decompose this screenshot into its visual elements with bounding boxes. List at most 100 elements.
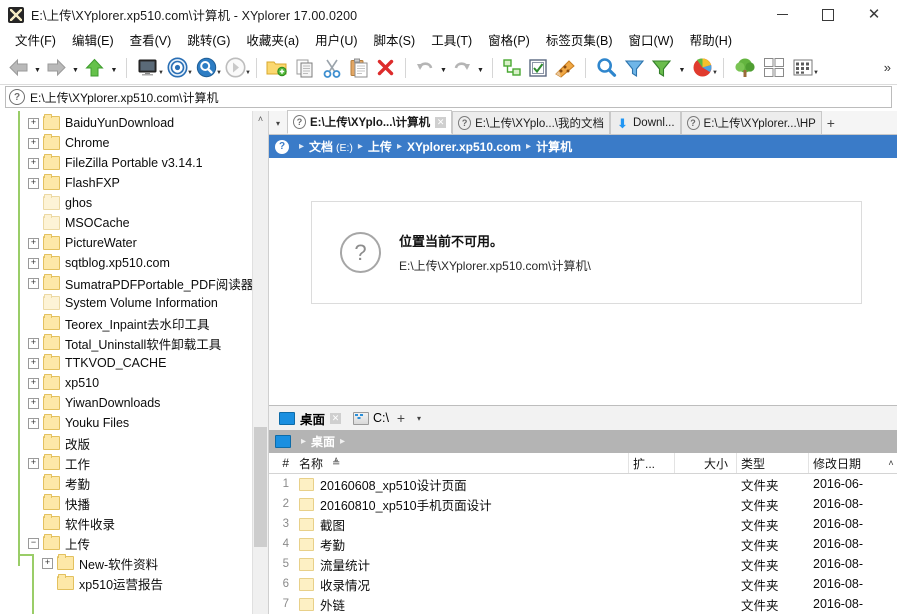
expand-icon[interactable]: + [28, 258, 39, 269]
table-row[interactable]: 5流量统计文件夹2016-08- [269, 554, 897, 574]
expand-icon[interactable]: + [28, 278, 39, 289]
tree-item[interactable]: +SumatraPDFPortable_PDF阅读器 [10, 273, 268, 293]
table-row[interactable]: 220160810_xp510手机页面设计文件夹2016-08- [269, 494, 897, 514]
breadcrumb-item-upload[interactable]: 上传 [368, 138, 392, 155]
table-row[interactable]: 3截图文件夹2016-08- [269, 514, 897, 534]
column-header-size[interactable]: 大小 [675, 453, 737, 473]
file-list[interactable]: 120160608_xp510设计页面文件夹2016-06-220160810_… [269, 474, 897, 614]
expand-icon[interactable]: + [28, 358, 39, 369]
menu-panes[interactable]: 窗格(P) [480, 28, 538, 52]
tree-item[interactable]: xp510运营报告 [10, 573, 268, 593]
tree-item[interactable]: 快播 [10, 493, 268, 513]
tree-item[interactable]: +FlashFXP [10, 173, 268, 193]
redo-dropdown-caret-icon[interactable]: ▼ [474, 61, 486, 74]
column-header-modified-date[interactable]: 修改日期 [809, 453, 885, 473]
tree-item[interactable]: +Total_Uninstall软件卸载工具 [10, 333, 268, 353]
tag-icon[interactable] [551, 58, 579, 78]
tree-item[interactable]: 软件收录 [10, 513, 268, 533]
tree-icon[interactable] [730, 57, 759, 78]
find-files-icon[interactable]: ▼ [192, 57, 221, 78]
menu-help[interactable]: 帮助(H) [682, 28, 740, 52]
search-icon[interactable] [592, 57, 620, 78]
tab-hp[interactable]: ? E:\上传\XYplorer...\HP [681, 111, 822, 134]
thumbnails-icon[interactable]: ▼ [788, 58, 818, 78]
forward-dropdown-caret-icon[interactable]: ▼ [69, 61, 81, 74]
expand-icon[interactable]: + [28, 118, 39, 129]
filter-dropdown-caret-icon[interactable]: ▼ [675, 61, 688, 74]
tree-item[interactable]: +Chrome [10, 133, 268, 153]
back-dropdown-caret-icon[interactable]: ▼ [31, 61, 43, 74]
checkbox-select-icon[interactable] [525, 58, 551, 78]
undo-dropdown-caret-icon[interactable]: ▼ [437, 61, 449, 74]
column-header-type[interactable]: 类型 [737, 453, 809, 473]
back-arrow-icon[interactable] [5, 58, 31, 77]
filter-green-icon[interactable] [648, 58, 675, 78]
menu-file[interactable]: 文件(F) [7, 28, 64, 52]
breadcrumb-item-documents[interactable]: 文档 (E:) [309, 138, 353, 155]
toolbar-overflow-button[interactable]: » [884, 60, 891, 75]
tree-item[interactable]: +New-软件资料 [10, 553, 268, 573]
tree-item[interactable]: +YiwanDownloads [10, 393, 268, 413]
column-header-name[interactable]: 名称 ≜ [295, 453, 629, 473]
forward-arrow-icon[interactable] [43, 58, 69, 77]
minimize-button[interactable] [759, 0, 805, 29]
paste-icon[interactable] [345, 58, 372, 78]
top-pane-breadcrumb[interactable]: ? ▸ 文档 (E:) ▸ 上传 ▸ XYplorer.xp510.com ▸ … [269, 135, 897, 158]
tab-downloads[interactable]: ⬇ Downl... [610, 111, 681, 134]
tree-item[interactable]: Teorex_Inpaint去水印工具 [10, 313, 268, 333]
redo-icon[interactable] [449, 59, 474, 77]
tree-item[interactable]: ghos [10, 193, 268, 213]
column-scroll-up-icon[interactable]: ˄ [885, 458, 897, 468]
menu-scripting[interactable]: 脚本(S) [366, 28, 424, 52]
up-dropdown-caret-icon[interactable]: ▼ [107, 61, 120, 74]
collapse-icon[interactable]: − [28, 538, 39, 549]
menu-go[interactable]: 跳转(G) [179, 28, 238, 52]
tab-desktop[interactable]: 桌面 ✕ [276, 407, 344, 429]
go-to-icon[interactable]: ▼ [221, 57, 250, 78]
expand-icon[interactable]: + [28, 178, 39, 189]
tab-computer[interactable]: ? E:\上传\XYplo...\计算机 ✕ [287, 110, 452, 134]
maximize-button[interactable] [805, 0, 851, 29]
expand-icon[interactable]: + [28, 458, 39, 469]
table-row[interactable]: 6收录情况文件夹2016-08- [269, 574, 897, 594]
new-folder-icon[interactable] [263, 58, 291, 77]
new-tab-button[interactable]: + [822, 112, 840, 134]
tree-item[interactable]: +TTKVOD_CACHE [10, 353, 268, 373]
expand-icon[interactable]: + [28, 138, 39, 149]
table-row[interactable]: 120160608_xp510设计页面文件夹2016-06- [269, 474, 897, 494]
tab-list-dropdown-icon[interactable]: ▾ [410, 407, 428, 429]
breadcrumb-item-desktop[interactable]: 桌面 [311, 433, 335, 450]
table-row[interactable]: 7外链文件夹2016-08- [269, 594, 897, 614]
tree-item[interactable]: −上传 [10, 533, 268, 553]
tree-item[interactable]: 改版 [10, 433, 268, 453]
tab-my-documents[interactable]: ? E:\上传\XYplo...\我的文档 [452, 111, 610, 134]
tab-close-icon[interactable]: ✕ [330, 413, 341, 424]
expand-icon[interactable]: + [28, 398, 39, 409]
menu-window[interactable]: 窗口(W) [621, 28, 682, 52]
tree-scrollbar-thumb[interactable] [254, 427, 267, 547]
tree-vertical-scrollbar[interactable]: ˄ [252, 111, 268, 614]
tree-item[interactable]: +FileZilla Portable v3.14.1 [10, 153, 268, 173]
close-button[interactable]: ✕ [851, 0, 897, 29]
folder-tree[interactable]: +BaiduYunDownload+Chrome+FileZilla Porta… [10, 111, 268, 614]
up-arrow-icon[interactable] [81, 58, 107, 78]
menu-tabsets[interactable]: 标签页集(B) [538, 28, 621, 52]
expand-icon[interactable]: + [42, 558, 53, 569]
expand-icon[interactable]: + [28, 158, 39, 169]
menu-user[interactable]: 用户(U) [307, 28, 365, 52]
dual-pane-icon[interactable] [759, 57, 788, 78]
tree-item[interactable]: +Youku Files [10, 413, 268, 433]
tree-item[interactable]: +xp510 [10, 373, 268, 393]
sync-browse-icon[interactable] [499, 58, 525, 77]
filter-blue-icon[interactable] [620, 58, 648, 78]
menu-tools[interactable]: 工具(T) [423, 28, 480, 52]
new-tab-button[interactable]: + [392, 407, 410, 429]
copy-icon[interactable] [291, 58, 318, 78]
tree-item[interactable]: System Volume Information [10, 293, 268, 313]
tree-item[interactable]: 考勤 [10, 473, 268, 493]
tab-c-drive[interactable]: C:\ [350, 407, 392, 429]
breadcrumb-item-computer[interactable]: 计算机 [536, 138, 572, 155]
expand-icon[interactable]: + [28, 378, 39, 389]
desktop-icon[interactable]: ▼ [133, 58, 163, 78]
delete-icon[interactable] [372, 58, 399, 77]
